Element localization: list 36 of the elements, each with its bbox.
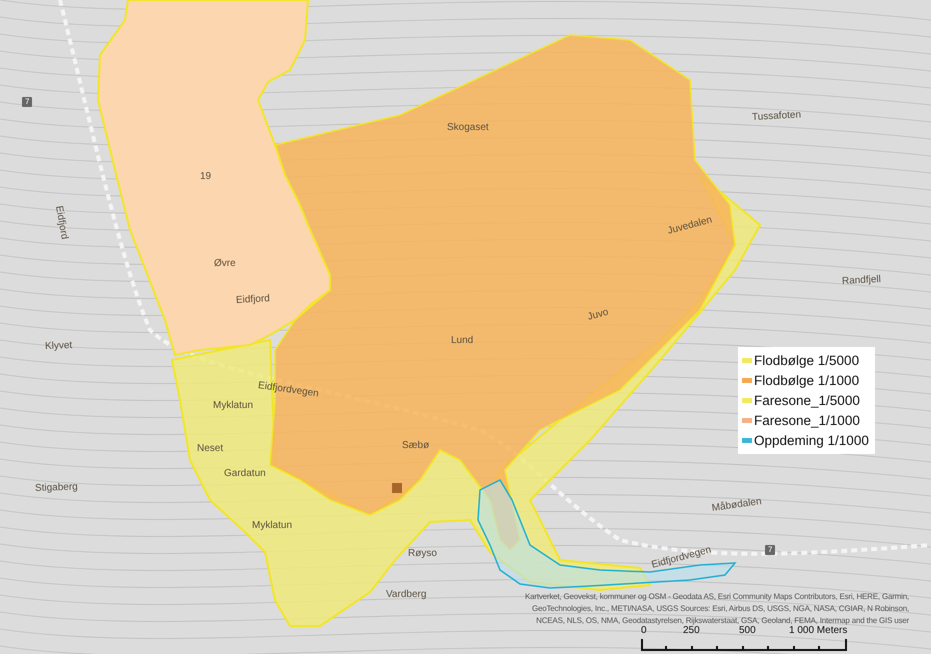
place-label: Eidfjordvegen bbox=[257, 380, 320, 400]
scale-label: 250 bbox=[683, 625, 701, 637]
place-label: Juvedalen bbox=[666, 214, 714, 238]
place-label: Tussafoten bbox=[752, 109, 802, 124]
attribution-text: NCEAS, NLS, OS, NMA, Geodatastyrelsen, Rijkswaterstaat, GSA, Geoland, FEMA, Intermap and the GIS user bbox=[536, 615, 909, 626]
scale-label: 0 bbox=[641, 625, 648, 637]
place-label: Klyvet bbox=[44, 340, 72, 353]
place-label: Myklatun bbox=[252, 520, 292, 532]
place-label: Myklatun bbox=[213, 400, 254, 412]
place-label: Vardberg bbox=[386, 589, 426, 601]
place-label: Skogaset bbox=[447, 122, 489, 134]
scale-label: 500 bbox=[739, 625, 757, 637]
legend-label: Flodbølge 1/5000 bbox=[754, 352, 860, 370]
place-label: Gardatun bbox=[224, 468, 266, 480]
place-label: 19 bbox=[200, 171, 212, 183]
road-number: 7 bbox=[22, 97, 32, 107]
road-number: 7 bbox=[765, 545, 776, 555]
place-label: Lund bbox=[451, 335, 474, 347]
scale-label: 1 000 Meters bbox=[789, 625, 848, 637]
place-label: Måbødalen bbox=[711, 496, 762, 515]
attribution-text: Kartverket, Geovekst, kommuner og OSM - Geodata AS, Esri Community Maps Contributors, Esri, HERE, Garmin, bbox=[524, 591, 909, 603]
legend-label: Faresone_1/5000 bbox=[754, 392, 860, 410]
place-label: Stigaberg bbox=[34, 482, 78, 495]
place-label: Eidfjord bbox=[52, 204, 70, 240]
place-label: Juvo bbox=[586, 306, 610, 324]
place-label: Neset bbox=[197, 443, 224, 455]
building-icon bbox=[392, 483, 402, 493]
attribution-text: GeoTechnologies, Inc., METI/NASA, USGS Sources: Esri, Airbus DS, USGS, NGA, NASA, CGIAR, N Robinson, bbox=[532, 603, 909, 615]
place-label: Røyso bbox=[408, 548, 437, 560]
place-label: Sæbø bbox=[402, 440, 430, 452]
place-label: Randfjell bbox=[842, 274, 882, 288]
legend-label: Faresone_1/1000 bbox=[754, 412, 860, 430]
legend-label: Flodbølge 1/1000 bbox=[754, 372, 860, 390]
place-label: Eidfjord bbox=[236, 293, 270, 307]
legend-label: Oppdeming 1/1000 bbox=[754, 432, 869, 450]
place-label: Øvre bbox=[214, 258, 236, 270]
